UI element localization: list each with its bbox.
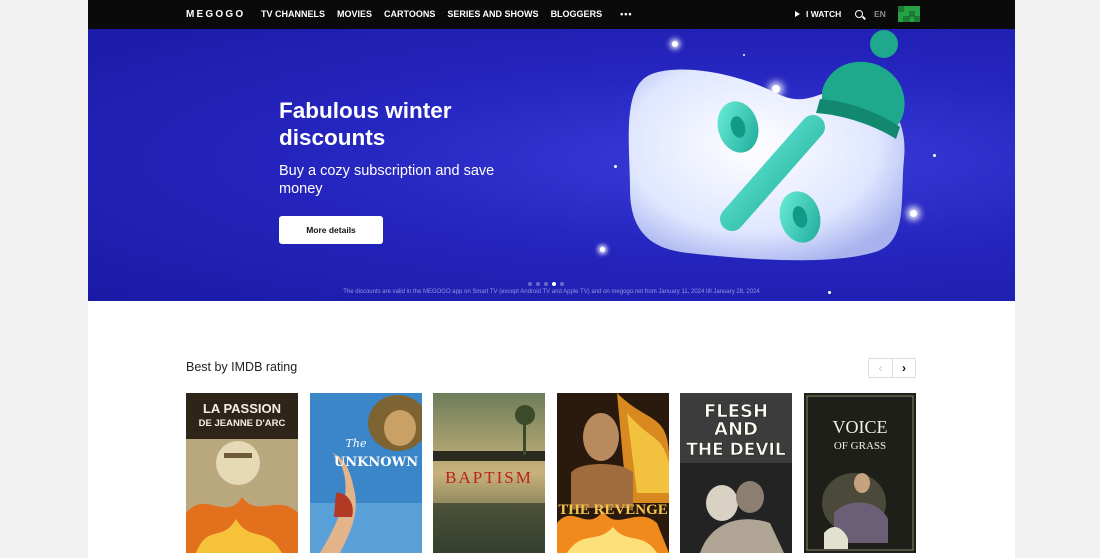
avatar[interactable] bbox=[898, 6, 920, 22]
banner-title: Fabulous winter discounts bbox=[279, 98, 452, 150]
sparkle bbox=[600, 247, 605, 252]
menu-item-movies[interactable]: MOVIES bbox=[337, 9, 372, 19]
poster-title: BAPTISM bbox=[445, 468, 533, 487]
carousel-arrows: ‹ › bbox=[868, 358, 916, 378]
menu-item-series-and-shows[interactable]: SERIES AND SHOWS bbox=[447, 9, 538, 19]
poster-row: LA PASSION DE JEANNE D'ARC The UNKNOWN B… bbox=[186, 393, 927, 553]
play-icon bbox=[795, 11, 800, 17]
more-details-button[interactable]: More details bbox=[279, 216, 383, 244]
movie-poster[interactable]: BAPTISM bbox=[433, 393, 545, 553]
menu-item-cartoons[interactable]: CARTOONS bbox=[384, 9, 435, 19]
sparkle bbox=[933, 154, 936, 157]
i-watch-button[interactable]: I WATCH bbox=[795, 9, 841, 19]
snow-percent-illustration bbox=[628, 30, 905, 261]
poster-title: VOICE bbox=[832, 417, 887, 437]
movie-poster[interactable]: The UNKNOWN bbox=[309, 393, 422, 553]
poster-title: OF GRASS bbox=[833, 440, 885, 452]
carousel-dot[interactable] bbox=[528, 282, 532, 286]
movie-poster[interactable]: VOICE OF GRASS bbox=[803, 393, 916, 553]
language-switch[interactable]: EN bbox=[874, 9, 886, 19]
top-nav: MEGOGO TV CHANNELS MOVIES CARTOONS SERIE… bbox=[88, 0, 1015, 29]
banner-disclaimer: The discounts are valid in the MEGOGO ap… bbox=[343, 289, 760, 295]
poster-title: AND bbox=[714, 419, 758, 440]
section-title: Best by IMDB rating bbox=[186, 360, 298, 374]
megogo-logo[interactable]: MEGOGO bbox=[186, 9, 245, 20]
promo-banner[interactable]: Fabulous winter discounts Buy a cozy sub… bbox=[88, 29, 1015, 301]
page: MEGOGO TV CHANNELS MOVIES CARTOONS SERIE… bbox=[88, 0, 1015, 558]
carousel-dot-active[interactable] bbox=[552, 282, 556, 286]
poster-title: THE DEVIL bbox=[686, 440, 786, 460]
poster-title: UNKNOWN bbox=[333, 455, 417, 470]
banner-subtitle: Buy a cozy subscription and save money bbox=[279, 163, 495, 197]
movie-poster[interactable]: THE REVENGE bbox=[556, 393, 669, 553]
poster-title: LA PASSION bbox=[203, 401, 281, 416]
poster-title: The bbox=[345, 437, 366, 450]
poster-title: DE JEANNE D'ARC bbox=[199, 418, 286, 429]
prev-arrow-button[interactable]: ‹ bbox=[868, 358, 892, 378]
menu-item-bloggers[interactable]: BLOGGERS bbox=[551, 9, 603, 19]
next-arrow-button[interactable]: › bbox=[892, 358, 916, 378]
movie-poster[interactable]: FLESH AND THE DEVIL bbox=[680, 393, 792, 553]
carousel-dot[interactable] bbox=[544, 282, 548, 286]
movie-poster[interactable]: LA PASSION DE JEANNE D'ARC bbox=[186, 393, 298, 553]
main-menu: TV CHANNELS MOVIES CARTOONS SERIES AND S… bbox=[261, 9, 645, 19]
search-icon[interactable] bbox=[855, 10, 863, 18]
carousel-dots bbox=[528, 282, 568, 286]
i-watch-label: I WATCH bbox=[806, 9, 842, 19]
more-menu-button[interactable]: ••• bbox=[620, 9, 632, 19]
poster-title: THE REVENGE bbox=[558, 502, 668, 518]
carousel-dot[interactable] bbox=[560, 282, 564, 286]
carousel-dot[interactable] bbox=[536, 282, 540, 286]
menu-item-tv-channels[interactable]: TV CHANNELS bbox=[261, 9, 325, 19]
